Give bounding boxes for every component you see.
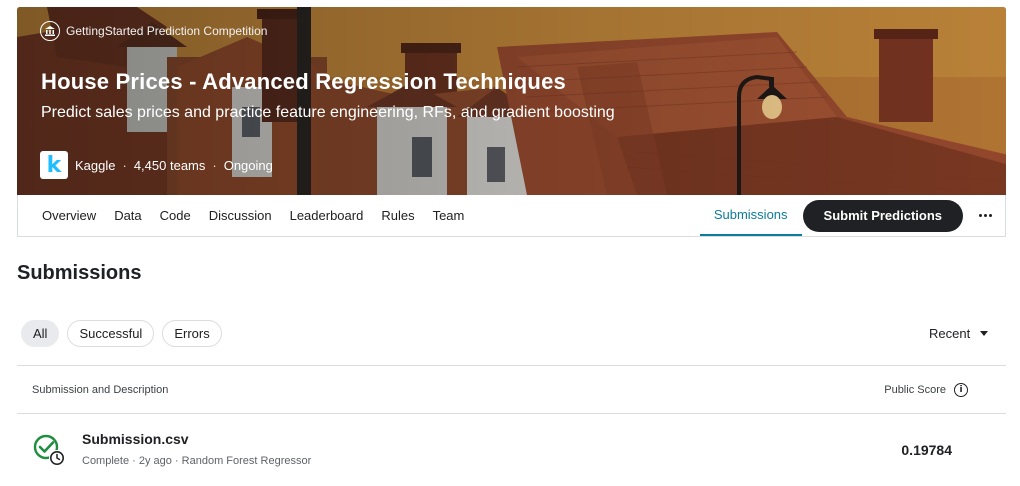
submission-complete-icon <box>33 434 67 473</box>
filter-chip-errors[interactable]: Errors <box>162 320 222 347</box>
competition-status: Ongoing <box>223 157 273 173</box>
public-score: 0.19784 <box>901 442 952 458</box>
filter-chip-successful[interactable]: Successful <box>67 320 155 347</box>
separator: · <box>212 157 217 173</box>
info-icon[interactable]: i <box>954 382 968 397</box>
column-header-score: Public Score i <box>884 382 968 397</box>
table-row[interactable]: Submission.csv Complete · 2y ago · Rando… <box>17 414 1006 484</box>
filter-chip-all[interactable]: All <box>21 320 60 347</box>
competition-nav: Overview Data Code Discussion Leaderboar… <box>17 195 1006 237</box>
separator: · <box>122 157 127 173</box>
page-title: Submissions <box>17 262 142 284</box>
competition-subtitle: Predict sales prices and practice featur… <box>41 104 615 121</box>
caret-down-icon <box>980 331 989 336</box>
submit-predictions-button[interactable]: Submit Predictions <box>802 199 963 232</box>
tab-team[interactable]: Team <box>433 208 465 223</box>
team-count: 4,450 teams <box>133 157 206 173</box>
tab-discussion[interactable]: Discussion <box>209 208 272 223</box>
column-header-submission: Submission and Description <box>32 383 169 396</box>
tab-rules[interactable]: Rules <box>381 208 414 223</box>
competition-header: GettingStarted Prediction Competition Ho… <box>17 7 1006 195</box>
kaggle-logo-icon[interactable]: k <box>40 151 68 179</box>
tab-submissions[interactable]: Submissions <box>699 195 802 236</box>
competition-type: GettingStarted Prediction Competition <box>40 21 267 41</box>
tab-data[interactable]: Data <box>114 208 141 223</box>
more-horizontal-icon[interactable] <box>971 214 999 217</box>
tab-leaderboard[interactable]: Leaderboard <box>290 208 364 223</box>
submission-filters: All Successful Errors <box>21 320 222 347</box>
tab-code[interactable]: Code <box>160 208 191 223</box>
competition-type-label: GettingStarted Prediction Competition <box>66 24 268 38</box>
competition-title: House Prices - Advanced Regression Techn… <box>41 69 566 94</box>
nav-actions: Submissions Submit Predictions <box>699 195 1005 236</box>
host-name[interactable]: Kaggle <box>75 158 115 173</box>
nav-tabs: Overview Data Code Discussion Leaderboar… <box>42 195 464 236</box>
submission-description: Complete · 2y ago · Random Forest Regres… <box>82 455 312 467</box>
sort-dropdown[interactable]: Recent <box>929 326 989 341</box>
institution-icon <box>40 21 60 41</box>
submission-filename[interactable]: Submission.csv <box>82 431 189 447</box>
column-header-score-label: Public Score <box>884 383 946 396</box>
competition-meta: k Kaggle · 4,450 teams · Ongoing <box>40 151 273 179</box>
tab-overview[interactable]: Overview <box>42 208 96 223</box>
submissions-table-header: Submission and Description Public Score … <box>17 365 1006 414</box>
sort-label: Recent <box>929 326 971 341</box>
